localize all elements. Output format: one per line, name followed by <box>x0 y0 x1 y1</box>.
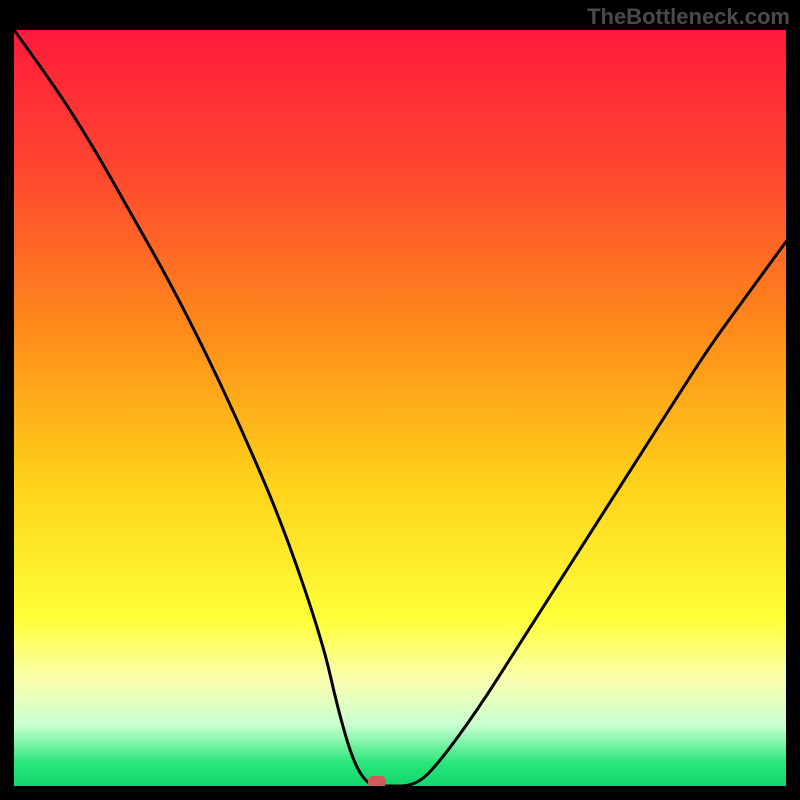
watermark-text: TheBottleneck.com <box>587 4 790 30</box>
bottleneck-chart <box>14 30 786 786</box>
optimum-marker <box>368 776 386 786</box>
chart-frame <box>14 30 786 786</box>
